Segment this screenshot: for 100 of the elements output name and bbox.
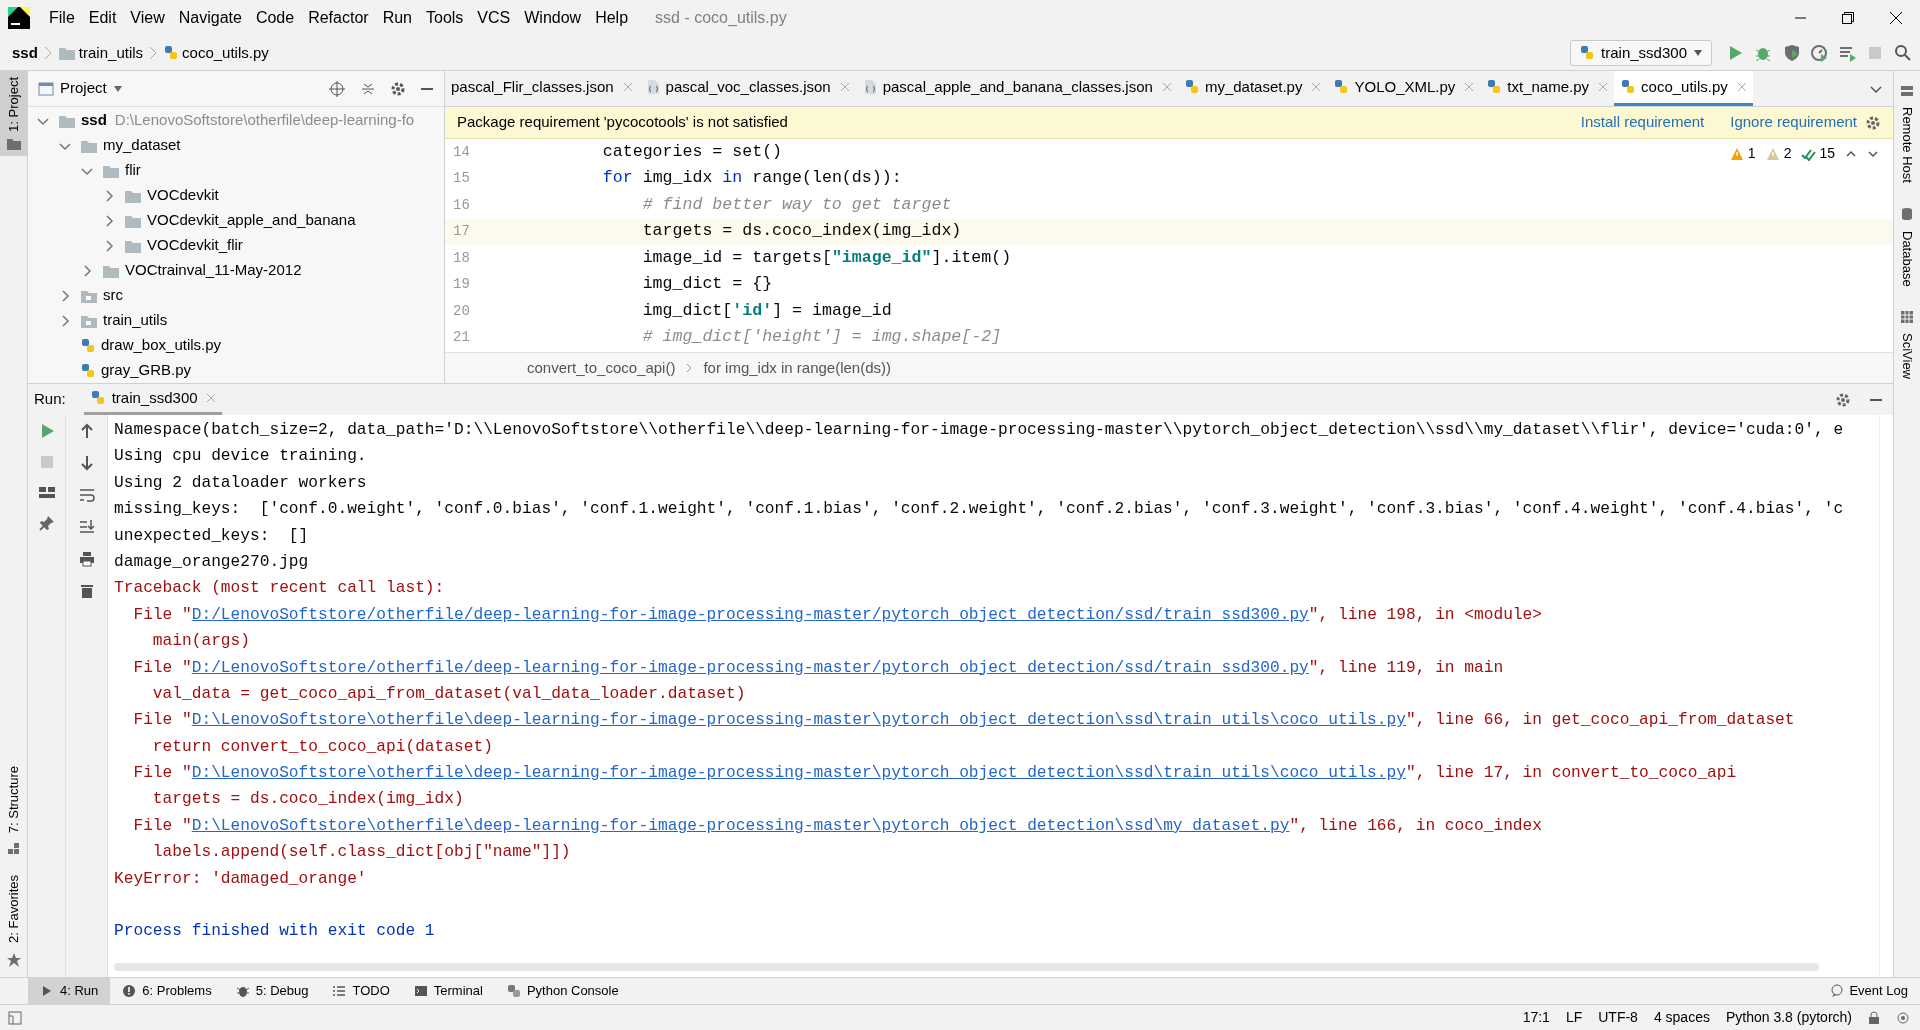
settings-icon[interactable] (390, 80, 406, 97)
tree-item[interactable]: gray_GRB.py (28, 358, 444, 383)
settings-icon[interactable] (1865, 114, 1881, 131)
inspection-counter[interactable]: 2 (1765, 143, 1792, 164)
breadcrumb-item[interactable]: for img_idx in range(len(ds)) (703, 356, 891, 380)
tool-window-tab[interactable]: 4: Run (28, 978, 111, 1004)
menu-item[interactable]: VCS (470, 6, 518, 30)
status-item[interactable]: Python 3.8 (pytorch) (1725, 1007, 1852, 1028)
banner-link[interactable]: Ignore requirement (1730, 111, 1857, 134)
tree-item[interactable]: src (28, 283, 444, 308)
editor-tab[interactable]: coco_utils.py (1614, 71, 1753, 106)
tool-window-label[interactable]: 2: Favorites (3, 875, 24, 943)
shield-icon[interactable] (1782, 44, 1800, 62)
python-icon (506, 984, 521, 998)
tool-window-label[interactable]: SciView (1897, 332, 1917, 379)
menu-item[interactable]: Edit (81, 6, 124, 30)
editor-tab[interactable]: pascal_voc_classes.json (638, 71, 856, 106)
list-run-icon[interactable] (1838, 44, 1856, 62)
inspection-counter[interactable]: 15 (1801, 143, 1835, 164)
panel-title[interactable]: Project (60, 77, 107, 100)
menu-item[interactable]: Tools (419, 6, 471, 30)
tree-item[interactable]: VOCtrainval_11-May-2012 (28, 258, 444, 283)
wrap-icon[interactable] (78, 487, 95, 503)
menu-item[interactable]: Navigate (171, 6, 249, 30)
console-text: File " (132, 711, 192, 730)
tool-window-label[interactable]: Database (1897, 230, 1917, 287)
menu-item[interactable]: Code (248, 6, 302, 30)
breadcrumb-item[interactable]: train_utils (78, 41, 144, 65)
profiler-icon[interactable] (1810, 44, 1828, 62)
tool-window-label[interactable]: Remote Host (1897, 107, 1917, 183)
menu-item[interactable]: Window (517, 6, 589, 30)
trash-icon[interactable] (78, 583, 95, 599)
tree-item[interactable]: my_dataset (28, 133, 444, 158)
console-text: ", line 166, in coco_index (1289, 816, 1542, 835)
status-item[interactable]: UTF-8 (1598, 1007, 1638, 1028)
layout-icon[interactable] (38, 485, 55, 499)
file-link[interactable]: D:\LenovoSoftstore\otherfile\deep-learning-for-image-processing-master\pytorch_object_detection\ssd\train_utils\coco_utils.py (191, 764, 1406, 783)
file-link[interactable]: D:/LenovoSoftstore/otherfile/deep-learning-for-image-processing-master/pytorch_object_detection/ssd/train_ssd300.py (191, 658, 1309, 677)
tree-item[interactable]: VOCdevkit_apple_and_banana (28, 208, 444, 233)
status-item[interactable]: 17:1 (1522, 1007, 1550, 1028)
print-icon[interactable] (78, 551, 95, 567)
tool-window-label[interactable]: 7: Structure (3, 765, 24, 834)
menu-item[interactable]: File (42, 6, 82, 30)
scroll-end-icon[interactable] (78, 519, 95, 535)
editor-tab[interactable]: pascal_apple_and_banana_classes.json (855, 71, 1178, 106)
editor-tab[interactable]: pascal_Flir_classes.json (445, 71, 639, 106)
tool-window-tab[interactable]: Terminal (401, 978, 495, 1004)
file-link[interactable]: D:/LenovoSoftstore/otherfile/deep-learning-for-image-processing-master/pytorch_object_detection/ssd/train_ssd300.py (191, 605, 1309, 624)
restore-icon[interactable] (1842, 12, 1854, 24)
console-text: unexpected_keys: [] (114, 526, 309, 545)
tool-window-tab[interactable]: TODO (320, 978, 402, 1004)
editor-tab[interactable]: YOLO_XML.py (1327, 71, 1481, 106)
console-text: labels.append(self.class_dict[obj["name"]]) (151, 843, 571, 862)
console-text: File " (132, 658, 192, 677)
status-item[interactable]: LF (1565, 1007, 1583, 1028)
breadcrumb-item[interactable]: convert_to_coco_api() (527, 356, 676, 380)
tree-item[interactable]: ssd (81, 109, 107, 132)
close-icon[interactable] (1890, 12, 1902, 24)
database-icon (1901, 206, 1913, 221)
python-file-icon (1183, 79, 1200, 95)
status-item[interactable]: 4 spaces (1653, 1007, 1710, 1028)
tree-item[interactable]: VOCdevkit (28, 183, 444, 208)
menu-item[interactable]: Refactor (301, 6, 376, 30)
panel-title: Run: (34, 389, 66, 410)
editor-tab[interactable]: txt_name.py (1480, 71, 1615, 106)
speech-bubble-icon (1830, 984, 1845, 998)
inspector-icon[interactable] (1896, 1010, 1910, 1025)
locate-icon[interactable] (328, 79, 346, 98)
pin-icon[interactable] (38, 515, 55, 531)
tool-window-tab[interactable]: 6: Problems (110, 978, 224, 1004)
tree-item[interactable]: train_utils (28, 308, 444, 333)
lock-icon[interactable] (1868, 1010, 1880, 1025)
tree-item[interactable]: VOCdevkit_flir (28, 233, 444, 258)
banner-link[interactable]: Install requirement (1580, 111, 1705, 134)
arrow-down-icon[interactable] (78, 455, 95, 471)
menu-item[interactable]: View (123, 6, 172, 30)
path-text: D:\LenovoSoftstore\otherfile\deep-learning-fo (114, 110, 415, 131)
file-link[interactable]: D:\LenovoSoftstore\otherfile\deep-learning-for-image-processing-master\pytorch_object_detection\ssd\my_dataset.py (191, 816, 1290, 835)
breadcrumb-item[interactable]: coco_utils.py (182, 41, 269, 65)
panel-toggle-icon[interactable] (8, 1010, 22, 1025)
python-file-icon (163, 45, 180, 61)
event-log-button[interactable]: Event Log (1830, 978, 1908, 1004)
python-icon (89, 390, 106, 406)
code-line: img_dict['id'] = image_id (641, 299, 892, 322)
breadcrumb-item[interactable]: ssd (12, 41, 38, 65)
menu-item[interactable]: Run (375, 6, 419, 30)
console-text: ", line 66, in get_coco_api_from_dataset (1406, 711, 1795, 730)
settings-icon[interactable] (1835, 391, 1851, 408)
editor-tab[interactable]: my_dataset.py (1177, 71, 1328, 106)
tool-window-tab[interactable]: 5: Debug (223, 978, 321, 1004)
tree-item[interactable]: draw_box_utils.py (28, 333, 444, 358)
console-text: File " (132, 816, 192, 835)
search-icon[interactable] (1894, 44, 1912, 62)
inspection-counter[interactable]: 1 (1729, 143, 1756, 164)
file-link[interactable]: D:\LenovoSoftstore\otherfile\deep-learning-for-image-processing-master\pytorch_object_detection\ssd\train_utils\coco_utils.py (191, 711, 1406, 730)
menu-item[interactable]: Help (588, 6, 636, 30)
python-file-icon (1486, 79, 1503, 95)
tool-window-tab[interactable]: Python Console (494, 978, 631, 1004)
tree-item[interactable]: flir (28, 158, 444, 183)
run-config-dropdown[interactable]: train_ssd300 (1570, 40, 1712, 66)
